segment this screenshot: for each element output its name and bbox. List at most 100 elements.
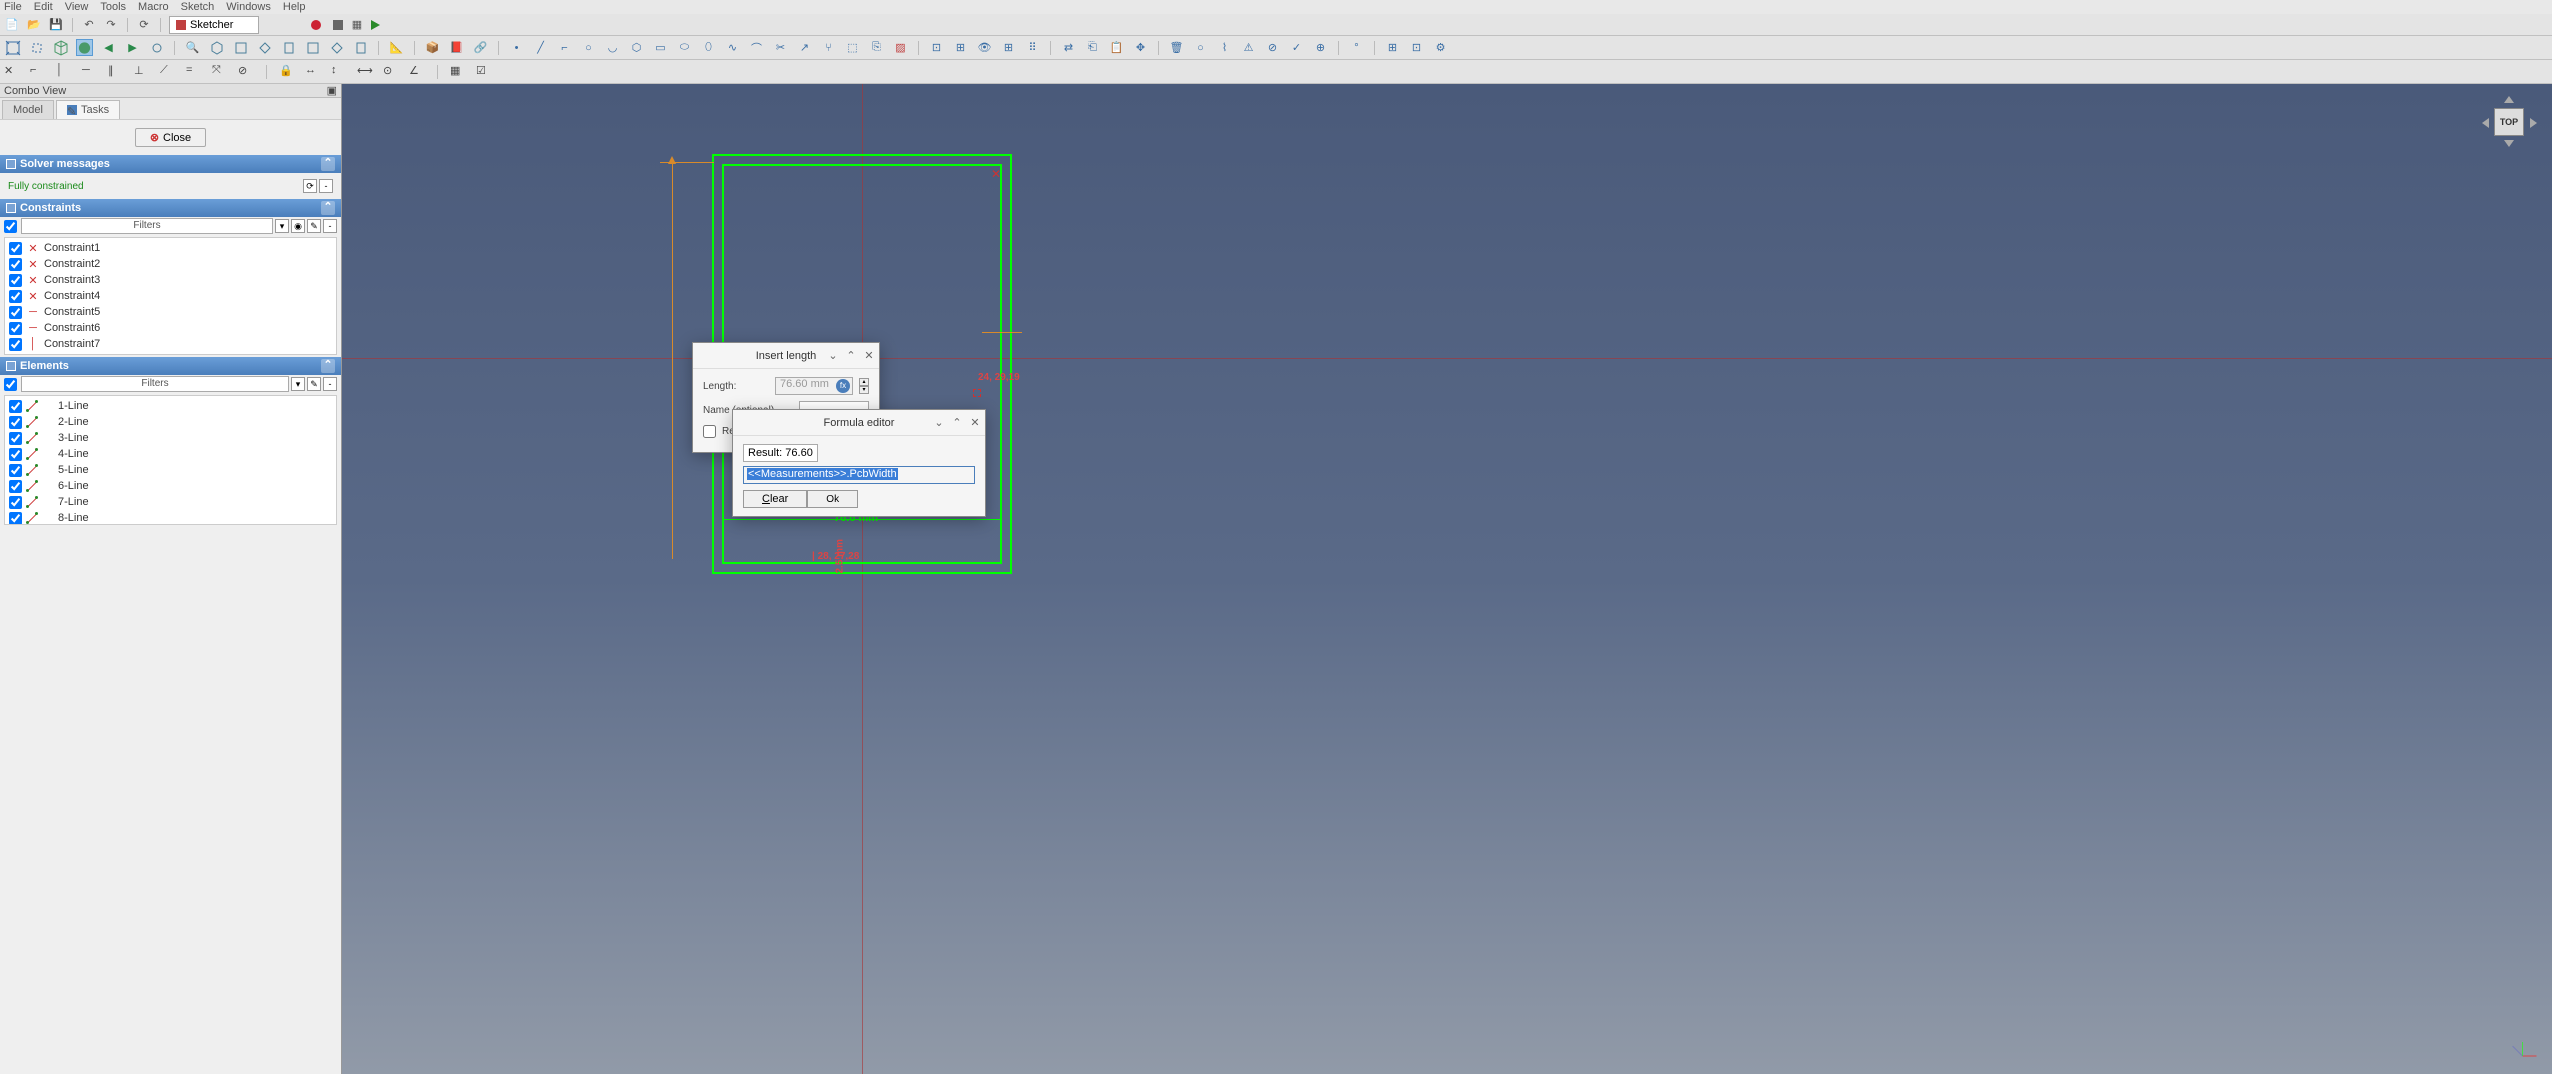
nav-back-icon[interactable]: ◀ [100,39,117,56]
menu-edit[interactable]: Edit [34,1,53,13]
view-front-icon[interactable] [232,39,249,56]
constraint-row[interactable]: ✕ Constraint1 [7,240,334,256]
vert-dist-icon[interactable]: ↕ [331,64,347,80]
element-row[interactable]: 4-Line [7,446,334,462]
trim-tool-icon[interactable]: ✂ [772,39,789,56]
view-left-icon[interactable] [352,39,369,56]
reference-checkbox[interactable] [703,425,716,438]
point-tool-icon[interactable]: • [508,39,525,56]
formula-input[interactable]: <<Measurements>>.PcbWidth [743,466,975,484]
fit-all-icon[interactable] [4,39,21,56]
formula-badge-icon[interactable]: fx [836,379,850,393]
view-top-icon[interactable] [256,39,273,56]
length-input[interactable]: 76.60 mm fx [775,377,853,395]
solver-auto-icon[interactable]: - [319,179,333,193]
split-icon[interactable]: ⑂ [820,39,837,56]
bspline-degree-icon[interactable]: ° [1348,39,1365,56]
slot-tool-icon[interactable]: ⬭ [676,39,693,56]
3d-viewport[interactable]: 76.6 mm 24, 29,19 | 28, 27,28 2.5 mm ✕ T… [342,84,2552,1074]
clone-icon[interactable]: ⎗ [1084,39,1101,56]
insert-length-title[interactable]: Insert length ⌄ ⌃ ✕ [693,343,879,369]
equal-icon[interactable]: = [186,64,202,80]
length-spinner[interactable]: ▴▾ [859,378,869,394]
element-checkbox[interactable] [9,416,22,429]
radius-icon[interactable]: ⊙ [383,64,399,80]
zoom-icon[interactable]: 🔍 [184,39,201,56]
elements-collapse-icon[interactable]: ⌃ [321,359,335,373]
fdlg-max-icon[interactable]: ⌃ [951,416,963,429]
navcube-down-icon[interactable] [2504,140,2514,147]
element-checkbox[interactable] [9,400,22,413]
macro-stop-icon[interactable] [333,20,343,30]
fdlg-min-icon[interactable]: ⌄ [933,416,945,429]
view-iso-icon[interactable] [208,39,225,56]
element-row[interactable]: 8-Line [7,510,334,525]
point-on-icon[interactable]: ⌐ [30,64,46,80]
fillet-tool-icon[interactable]: ⌒ [748,39,765,56]
macro-list-icon[interactable]: ▦ [349,17,365,33]
link-make-icon[interactable]: 🔗 [472,39,489,56]
constraint-row[interactable]: ─ Constraint6 [7,320,334,336]
navcube-up-icon[interactable] [2504,96,2514,103]
filter-dd-icon[interactable]: ▾ [275,219,289,233]
elements-panel-header[interactable]: Elements ⌃ [0,357,341,375]
element-checkbox[interactable] [9,512,22,525]
menu-sketch[interactable]: Sketch [181,1,215,13]
external-geom-icon[interactable]: ⬚ [844,39,861,56]
combo-detach-icon[interactable]: ▣ [327,84,337,97]
lock-icon[interactable]: 🔒 [279,64,295,80]
select-assoc-icon[interactable]: ⊡ [928,39,945,56]
select-redundant-icon[interactable]: ⊘ [1264,39,1281,56]
toggle-grid-icon[interactable]: ⊞ [1384,39,1401,56]
constraint-row[interactable]: ✕ Constraint3 [7,272,334,288]
macro-record-icon[interactable] [311,20,321,30]
menu-windows[interactable]: Windows [226,1,271,13]
coincident-icon[interactable]: ✕ [4,64,20,80]
toggle-driving-icon[interactable]: ▦ [450,64,466,80]
fit-selection-icon[interactable] [28,39,45,56]
tab-model[interactable]: Model [2,100,54,119]
copy-icon[interactable]: 📋 [1108,39,1125,56]
constraint-checkbox[interactable] [9,258,22,271]
carbon-copy-icon[interactable]: ⎘ [868,39,885,56]
constraint-checkbox[interactable] [9,322,22,335]
clear-button[interactable]: Clear [743,490,807,508]
show-hide-icon[interactable]: 👁 [976,39,993,56]
undo-icon[interactable]: ↶ [81,17,97,33]
rect-tool-icon[interactable]: ▭ [652,39,669,56]
view-rear-icon[interactable] [304,39,321,56]
connect-icon[interactable]: ⌇ [1216,39,1233,56]
isometric-icon[interactable] [52,39,69,56]
parallel-icon[interactable]: ∥ [108,64,124,80]
macro-play-icon[interactable] [371,20,380,30]
navcube-face[interactable]: TOP [2494,108,2524,136]
element-row[interactable]: 3-Line [7,430,334,446]
menu-help[interactable]: Help [283,1,306,13]
redo-icon[interactable]: ↷ [103,17,119,33]
constraint-checkbox[interactable] [9,306,22,319]
menu-file[interactable]: File [4,1,22,13]
constraint-row[interactable]: ✕ Constraint2 [7,256,334,272]
activate-icon[interactable]: ☑ [476,64,492,80]
polygon-icon[interactable]: ⬡ [628,39,645,56]
construction-icon[interactable]: ▨ [892,39,909,56]
elem-edit-icon[interactable]: ✎ [307,377,321,391]
workbench-selector[interactable]: Sketcher [169,16,259,34]
validate-icon[interactable]: ✓ [1288,39,1305,56]
elem-filter-dd-icon[interactable]: ▾ [291,377,305,391]
delete-icon[interactable]: 🗑 [1168,39,1185,56]
mirror-icon[interactable]: ⇄ [1060,39,1077,56]
solver-update-icon[interactable]: ⟳ [303,179,317,193]
view-right-icon[interactable] [280,39,297,56]
select-conflict-icon[interactable]: ⚠ [1240,39,1257,56]
menu-tools[interactable]: Tools [100,1,126,13]
open-file-icon[interactable]: 📂 [26,17,42,33]
angle-icon[interactable]: ∠ [409,64,425,80]
merge-icon[interactable]: ⊕ [1312,39,1329,56]
vertical-icon[interactable]: │ [56,64,72,80]
toggle-snap-icon[interactable]: ⊡ [1408,39,1425,56]
move-icon[interactable]: ✥ [1132,39,1149,56]
array-icon[interactable]: ⠿ [1024,39,1041,56]
navcube-left-icon[interactable] [2482,118,2489,128]
elem-settings-icon[interactable]: - [323,377,337,391]
